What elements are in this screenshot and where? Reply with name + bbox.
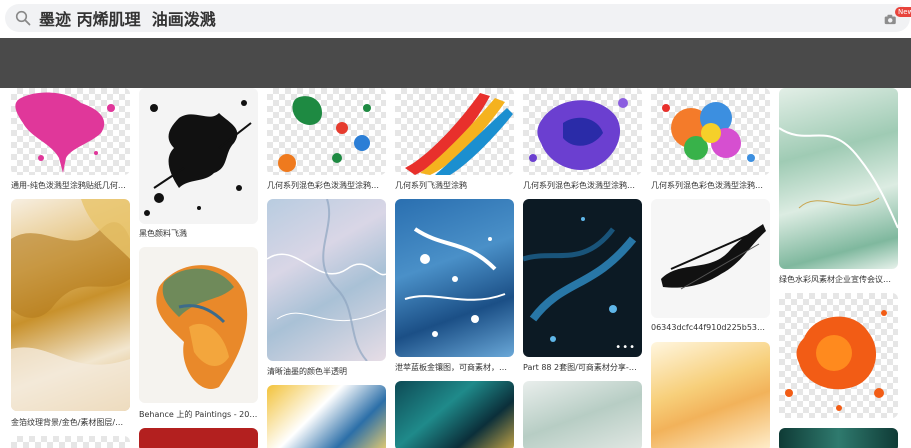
result-image xyxy=(662,102,755,162)
result-card[interactable] xyxy=(523,381,642,448)
result-caption: 金箔纹理背景/金色/素材图层/♟ - ... xyxy=(11,418,130,427)
result-card[interactable] xyxy=(395,381,514,448)
result-image xyxy=(405,93,513,175)
search-input[interactable] xyxy=(39,7,839,29)
result-caption: 通用-纯色泼溅型涂鸦贴纸几何系列 xyxy=(11,181,130,190)
result-card[interactable] xyxy=(267,199,386,361)
result-image xyxy=(15,92,115,173)
result-caption: 几何系列混色彩色泼溅型涂鸦贴纸 xyxy=(651,181,770,190)
image-results-grid: 通用-纯色泼溅型涂鸦贴纸几何系列 金箔纹理背景/金色/素材图层/♟ - ... … xyxy=(0,88,911,448)
result-image xyxy=(404,227,506,337)
result-image xyxy=(267,199,386,361)
result-card[interactable] xyxy=(779,88,898,269)
result-card[interactable] xyxy=(651,88,770,175)
result-caption: Behance 上的 Paintings - 2020 Oc... xyxy=(139,410,258,419)
banner-strip xyxy=(0,38,911,88)
result-caption: 绿色水彩风素材企业宣传会议年会... xyxy=(779,275,898,284)
result-image xyxy=(785,310,887,411)
result-card[interactable] xyxy=(395,199,514,357)
result-caption: 几何系列混色彩色泼溅型涂鸦贴纸 xyxy=(267,181,386,190)
result-image xyxy=(278,96,371,172)
result-image xyxy=(156,265,248,389)
result-card[interactable] xyxy=(267,385,386,448)
result-card[interactable] xyxy=(779,428,898,448)
scrollbar-track[interactable] xyxy=(904,88,911,448)
result-caption: 清晰油墨的颜色半透明 xyxy=(267,367,347,376)
result-card[interactable] xyxy=(779,293,898,418)
result-image xyxy=(661,224,766,290)
result-card[interactable]: ••• xyxy=(523,199,642,357)
result-image xyxy=(144,100,252,216)
more-icon[interactable]: ••• xyxy=(615,342,636,353)
result-card[interactable] xyxy=(395,88,514,175)
new-badge: New xyxy=(895,7,911,17)
image-search-button[interactable]: New xyxy=(884,7,911,29)
result-caption: Part 88 2套图/可商素材分享-爆居... xyxy=(523,363,642,372)
result-card[interactable] xyxy=(267,88,386,175)
result-card[interactable] xyxy=(139,88,258,224)
result-image xyxy=(529,98,628,171)
result-caption: 泄苹蓝板金镶图，可商素材，畅图... xyxy=(395,363,514,372)
result-caption: 06343dcfc44f910d225b53bef5ec... xyxy=(651,323,770,332)
result-card[interactable] xyxy=(11,88,130,175)
result-card[interactable] xyxy=(523,88,642,175)
search-box[interactable]: New xyxy=(5,4,911,32)
result-card[interactable] xyxy=(139,247,258,403)
result-caption: 几何系列飞溅型涂鸦 xyxy=(395,181,467,190)
search-bar: New xyxy=(0,0,911,38)
result-image xyxy=(779,127,898,229)
result-card[interactable] xyxy=(11,436,130,448)
result-caption: 几何系列混色彩色泼溅型涂鸦贴纸 xyxy=(523,181,642,190)
result-card[interactable] xyxy=(651,199,770,318)
result-image xyxy=(11,199,130,411)
search-icon[interactable] xyxy=(15,10,31,26)
result-caption: 黑色颜料飞溅 xyxy=(139,229,187,238)
result-image xyxy=(523,217,637,342)
result-card[interactable] xyxy=(139,428,258,448)
result-card[interactable] xyxy=(651,342,770,448)
result-card[interactable] xyxy=(11,199,130,411)
